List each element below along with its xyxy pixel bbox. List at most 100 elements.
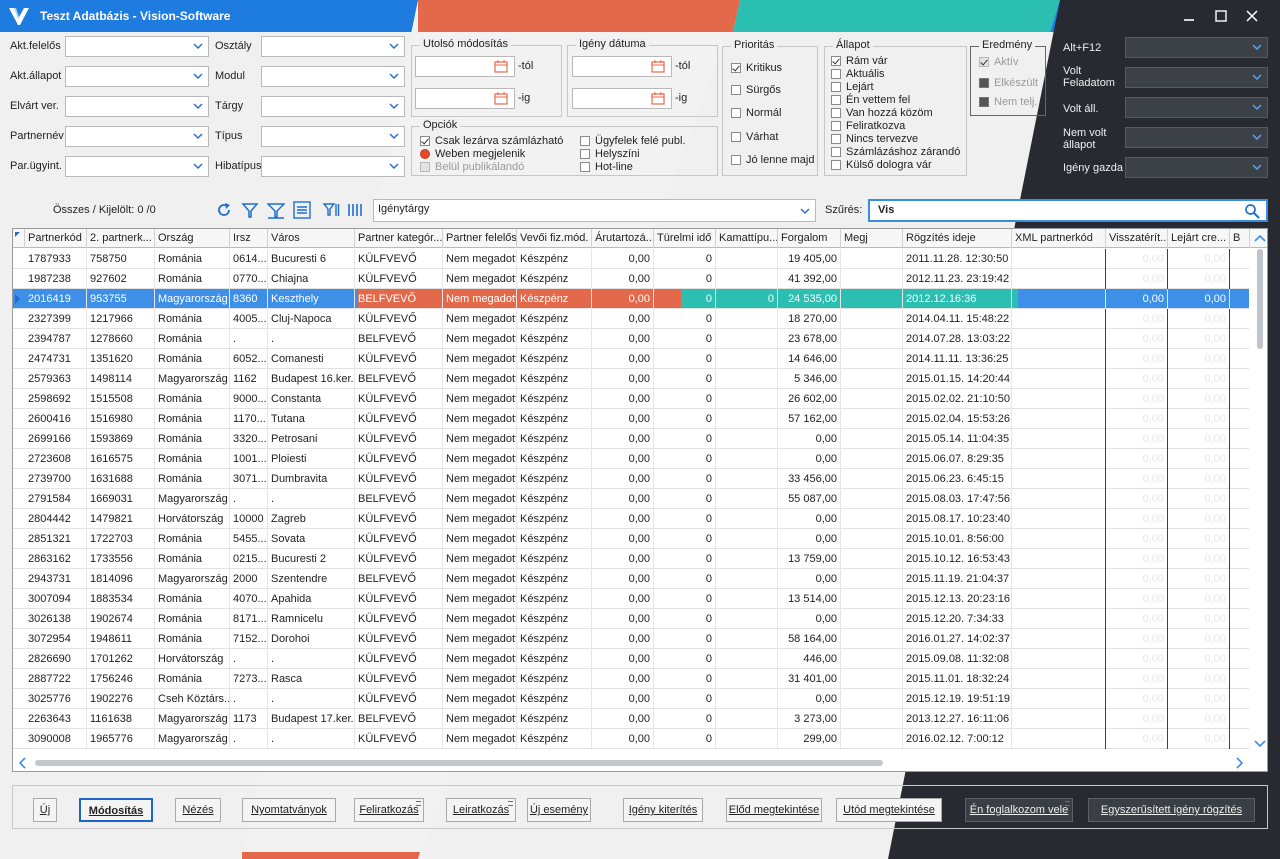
column-header[interactable]: Türelmi idő bbox=[654, 229, 716, 248]
subject-combo[interactable]: Igénytárgy bbox=[373, 199, 816, 222]
checkbox[interactable] bbox=[831, 134, 841, 144]
option-csak-lezarva[interactable]: Csak lezárva számlázható bbox=[420, 135, 563, 147]
button-9[interactable]: Utód megtekintése bbox=[836, 798, 942, 822]
grid-corner-marker[interactable] bbox=[13, 229, 25, 248]
filter-clear-icon[interactable] bbox=[267, 201, 285, 219]
option-helyszini[interactable]: Helyszíni bbox=[580, 148, 640, 160]
column-header[interactable]: Ország bbox=[155, 229, 230, 248]
priority-varhat[interactable]: Várhat bbox=[731, 131, 778, 143]
button-8[interactable]: Előd megtekintése bbox=[726, 798, 822, 822]
priority-jo-lenne-majd[interactable]: Jó lenne majd bbox=[731, 154, 815, 166]
table-row[interactable]: 2598692 1515508 Románia 9000... Constanta KÜL… bbox=[13, 389, 1249, 409]
calendar-icon[interactable] bbox=[651, 92, 665, 105]
button-5[interactable]: Leiratkozás bbox=[446, 798, 516, 822]
checkbox[interactable] bbox=[831, 95, 841, 105]
table-row[interactable]: 2887722 1756246 Románia 7273... Rasca KÜLFVEV… bbox=[13, 669, 1249, 689]
checkbox[interactable] bbox=[731, 132, 741, 142]
minimize-button[interactable] bbox=[1178, 6, 1200, 26]
status-ram-var[interactable]: Rám vár bbox=[831, 55, 888, 67]
table-row[interactable]: 1787933 758750 Románia 0614... Bucuresti 6 KÜ… bbox=[13, 249, 1249, 269]
checkbox[interactable] bbox=[831, 121, 841, 131]
filter-icon[interactable] bbox=[241, 201, 259, 219]
akt-allapot-combo[interactable] bbox=[65, 66, 209, 87]
column-header[interactable]: 2. partnerk... bbox=[87, 229, 155, 248]
status-van-hozza-kozom[interactable]: Van hozzá közöm bbox=[831, 107, 933, 119]
priority-normal[interactable]: Normál bbox=[731, 107, 781, 119]
nem-volt-allapot-combo[interactable] bbox=[1125, 127, 1268, 148]
osztaly-combo[interactable] bbox=[261, 36, 405, 57]
akt-felelos-combo[interactable] bbox=[65, 36, 209, 57]
column-header[interactable]: Partner kategór... bbox=[355, 229, 443, 248]
column-header[interactable]: Város bbox=[268, 229, 355, 248]
table-row[interactable]: 2263643 1161638 Magyarország 1173 Budapest 1… bbox=[13, 709, 1249, 729]
calendar-icon[interactable] bbox=[494, 60, 508, 73]
option-ugyfelek-fele[interactable]: Ügyfelek felé publ. bbox=[580, 135, 686, 147]
checkbox[interactable] bbox=[580, 149, 590, 159]
checkbox[interactable] bbox=[731, 108, 741, 118]
elvart-ver-combo[interactable] bbox=[65, 96, 209, 117]
calendar-icon[interactable] bbox=[651, 60, 665, 73]
table-row[interactable]: 2600416 1516980 Románia 1170... Tutana KÜLFVE… bbox=[13, 409, 1249, 429]
button-2[interactable]: Nézés bbox=[175, 798, 221, 822]
option-weben-megjelenik[interactable]: Weben megjelenik bbox=[420, 148, 525, 160]
status-kulso-dologra[interactable]: Külső dologra vár bbox=[831, 159, 932, 171]
checkbox[interactable] bbox=[731, 63, 741, 73]
search-icon[interactable] bbox=[1244, 203, 1260, 219]
last-modified-to-field[interactable] bbox=[415, 88, 515, 109]
request-date-to-field[interactable] bbox=[572, 88, 672, 109]
table-row[interactable]: 2791584 1669031 Magyarország.. BELFVEVŐ Nem … bbox=[13, 489, 1249, 509]
checkbox[interactable] bbox=[831, 82, 841, 92]
status-aktualis[interactable]: Aktuális bbox=[831, 68, 885, 80]
status-en-vettem-fel[interactable]: Én vettem fel bbox=[831, 94, 910, 106]
list-view-icon[interactable] bbox=[293, 201, 311, 219]
button-6[interactable]: Új esemény bbox=[527, 798, 591, 822]
column-header[interactable]: Rögzítés ideje bbox=[903, 229, 1012, 248]
refresh-icon[interactable] bbox=[215, 201, 233, 219]
volt-feladatom-combo[interactable] bbox=[1125, 67, 1268, 88]
checkbox[interactable] bbox=[731, 85, 741, 95]
table-row[interactable]: 2723608 1616575 Románia 1001... Ploiesti KÜLF… bbox=[13, 449, 1249, 469]
column-filter-icon[interactable] bbox=[322, 201, 340, 219]
status-lejart[interactable]: Lejárt bbox=[831, 81, 874, 93]
table-row[interactable]: 2579363 1498114 Magyarország 1162 Budapest 1… bbox=[13, 369, 1249, 389]
button-3[interactable]: Nyomtatványok bbox=[242, 798, 336, 822]
maximize-button[interactable] bbox=[1210, 6, 1232, 26]
column-header[interactable]: Lejárt cre... bbox=[1168, 229, 1230, 248]
filter-input[interactable]: Vis bbox=[868, 199, 1268, 222]
par-ugyint-combo[interactable] bbox=[65, 156, 209, 177]
column-header[interactable]: Vevői fiz.mód. bbox=[517, 229, 592, 248]
table-row[interactable]: 1987238 927602 Románia 0770... Chiajna KÜLFVE… bbox=[13, 269, 1249, 289]
button-1[interactable]: Módosítás bbox=[79, 798, 153, 822]
status-nincs-tervezve[interactable]: Nincs tervezve bbox=[831, 133, 918, 145]
button-4[interactable]: Feliratkozás bbox=[354, 798, 424, 822]
volt-all-combo[interactable] bbox=[1125, 97, 1268, 118]
button-7[interactable]: Igény kiterítés bbox=[623, 798, 703, 822]
table-row[interactable]: 3026138 1902674 Románia 8171... Ramnicelu KÜL… bbox=[13, 609, 1249, 629]
table-row[interactable]: 3025776 1902276 Cseh Köztárs..... KÜLFVEVŐ N… bbox=[13, 689, 1249, 709]
button-0[interactable]: Új bbox=[33, 798, 57, 822]
table-row[interactable]: 3090008 1965776 Magyarország.. KÜLFVEVŐ Nem … bbox=[13, 729, 1249, 749]
request-date-from-field[interactable] bbox=[572, 56, 672, 77]
table-row[interactable]: 2699166 1593869 Románia 3320... Petrosani KÜL… bbox=[13, 429, 1249, 449]
table-row[interactable]: 3007094 1883534 Románia 4070... Apahida KÜLFV… bbox=[13, 589, 1249, 609]
table-row[interactable]: 2016419 953755 Magyarország 8360 Keszthely BE… bbox=[13, 289, 1249, 309]
table-row[interactable]: 2739700 1631688 Románia 3071... Dumbravita KÜ… bbox=[13, 469, 1249, 489]
column-header[interactable]: Forgalom bbox=[778, 229, 841, 248]
checkbox[interactable] bbox=[831, 56, 841, 66]
column-header[interactable]: Partner felelős bbox=[443, 229, 517, 248]
columns-icon[interactable] bbox=[347, 201, 365, 219]
checkbox[interactable] bbox=[831, 108, 841, 118]
checkbox[interactable] bbox=[420, 136, 430, 146]
table-row[interactable]: 2851321 1722703 Románia 5455... Sovata KÜLFVE… bbox=[13, 529, 1249, 549]
radio-button[interactable] bbox=[420, 149, 430, 159]
tipus-combo[interactable] bbox=[261, 126, 405, 147]
vertical-scrollbar[interactable] bbox=[1251, 229, 1267, 754]
status-feliratkozva[interactable]: Feliratkozva bbox=[831, 120, 905, 132]
close-button[interactable] bbox=[1241, 6, 1263, 26]
table-row[interactable]: 2863162 1733556 Románia 0215... Bucuresti 2K… bbox=[13, 549, 1249, 569]
table-row[interactable]: 2943731 1814096 Magyarország 2000 Szentendre… bbox=[13, 569, 1249, 589]
igeny-gazda-combo[interactable] bbox=[1125, 157, 1268, 178]
table-row[interactable]: 2474731 1351620 Románia 6052... Comanesti KÜL… bbox=[13, 349, 1249, 369]
priority-surgos[interactable]: Sürgős bbox=[731, 84, 781, 96]
last-modified-from-field[interactable] bbox=[415, 56, 515, 77]
